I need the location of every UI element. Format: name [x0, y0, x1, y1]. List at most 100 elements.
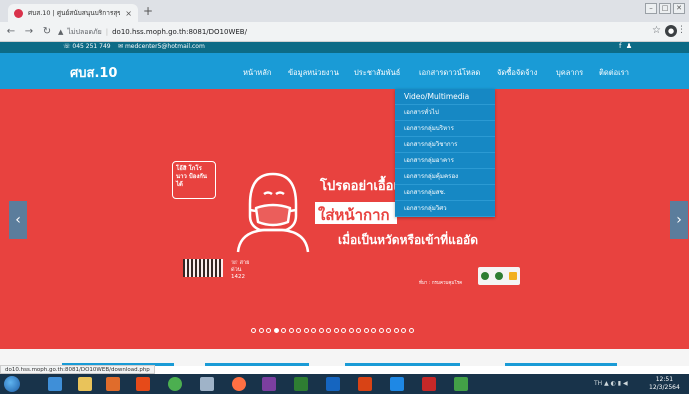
- forward-icon[interactable]: →: [22, 26, 36, 37]
- bookmark-star-icon[interactable]: ☆: [652, 25, 661, 36]
- url-omnibox[interactable]: ▲ ไม่ปลอดภัย | do10.hss.moph.go.th:8081/…: [58, 25, 648, 39]
- logo-text: ศบส.10: [70, 66, 118, 81]
- slider-dot[interactable]: [348, 328, 354, 333]
- slider-dot[interactable]: [296, 328, 301, 333]
- slider-dot[interactable]: [303, 328, 309, 333]
- windows-taskbar: TH ▲ ◐ ▮ ◀ 12:51 12/3/2564: [0, 374, 689, 394]
- slider-dot[interactable]: [273, 328, 279, 333]
- language-indicator[interactable]: TH: [594, 380, 602, 387]
- slider-prev-button[interactable]: ‹: [9, 201, 27, 239]
- nav-procurement[interactable]: จัดซื้อจัดจ้าง: [497, 67, 537, 79]
- browser-tab-strip: ศบส.10 | ศูนย์สนับสนุนบริการสุขภา × + – …: [0, 0, 689, 22]
- slider-dot[interactable]: [408, 328, 414, 333]
- facebook-icon[interactable]: f: [619, 42, 621, 50]
- powerpoint-icon[interactable]: [358, 377, 372, 391]
- maximize-icon[interactable]: □: [659, 3, 671, 14]
- social-icons[interactable]: f ♟: [619, 42, 632, 50]
- slider-dot[interactable]: [393, 328, 399, 333]
- site-favicon-icon: [14, 8, 23, 18]
- dropdown-item-academic[interactable]: เอกสารกลุ่มวิชาการ: [395, 137, 495, 153]
- dropdown-item-admin[interactable]: เอกสารกลุ่มบริหาร: [395, 121, 495, 137]
- firefox-icon[interactable]: [232, 377, 246, 391]
- slider-dot[interactable]: [341, 328, 346, 333]
- nav-downloads[interactable]: เอกสารดาวน์โหลด: [419, 67, 480, 79]
- ie-icon[interactable]: [48, 377, 62, 391]
- warning-icon[interactable]: ▲: [58, 28, 63, 36]
- email-contact[interactable]: ✉ medcenter5@hotmail.com: [118, 43, 205, 50]
- slider-next-button[interactable]: ›: [670, 201, 688, 239]
- taskbar-clock[interactable]: 12:51 12/3/2564: [649, 376, 680, 392]
- media-player-icon[interactable]: [106, 377, 120, 391]
- nav-news[interactable]: ประชาสัมพันธ์: [354, 67, 400, 79]
- slider-dot[interactable]: [333, 328, 339, 333]
- profile-avatar-icon[interactable]: ●: [665, 25, 677, 37]
- tab-close-icon[interactable]: ×: [125, 9, 132, 18]
- clock-time: 12:51: [655, 376, 674, 383]
- browser-menu-icon[interactable]: ⋮: [677, 25, 686, 35]
- excel-icon[interactable]: [294, 377, 308, 391]
- browser-tab[interactable]: ศบส.10 | ศูนย์สนับสนุนบริการสุขภา ×: [8, 4, 138, 22]
- folder-icon[interactable]: [78, 377, 92, 391]
- slider-dot[interactable]: [266, 328, 271, 333]
- reload-icon[interactable]: ↻: [40, 26, 54, 37]
- slider-dot[interactable]: [288, 328, 294, 333]
- url-text[interactable]: do10.hss.moph.go.th:8081/DO10WEB/: [112, 28, 247, 36]
- user-icon[interactable]: ♟: [626, 42, 632, 50]
- dropdown-item-building[interactable]: เอกสารกลุ่มอาคาร: [395, 153, 495, 169]
- downloads-dropdown-menu: Video/Multimedia เอกสารทั่วไป เอกสารกลุ่…: [395, 89, 495, 217]
- banner-line-2: ใส่หน้ากาก: [318, 206, 390, 224]
- start-button-icon[interactable]: [4, 376, 20, 392]
- word-icon[interactable]: [390, 377, 404, 391]
- slider-dot[interactable]: [281, 328, 286, 333]
- slider-dot[interactable]: [378, 328, 384, 333]
- nav-about[interactable]: ข้อมูลหน่วยงาน: [288, 67, 339, 79]
- network-icon[interactable]: [200, 377, 214, 391]
- slider-dot[interactable]: [356, 328, 361, 333]
- dropdown-item-sorchor[interactable]: เอกสารกลุ่มสช.: [395, 185, 495, 201]
- masked-person-illustration: [236, 172, 310, 253]
- nav-home[interactable]: หน้าหลัก: [243, 67, 271, 79]
- banner-line-3: เมื่อเป็นหวัดหรือเข้าที่แออัด: [338, 233, 479, 247]
- security-label[interactable]: ไม่ปลอดภัย: [67, 27, 101, 38]
- agency-logo-icon: [495, 272, 503, 280]
- new-tab-button[interactable]: +: [143, 5, 153, 17]
- office-icon[interactable]: [136, 377, 150, 391]
- outlook-icon[interactable]: [326, 377, 340, 391]
- dropdown-item-protection[interactable]: เอกสารกลุ่มคุ้มครอง: [395, 169, 495, 185]
- slider-dot[interactable]: [401, 328, 406, 333]
- site-logo[interactable]: ศบส.10: [70, 62, 117, 83]
- nav-contact[interactable]: ติดต่อเรา: [599, 67, 629, 79]
- slider-dot[interactable]: [251, 328, 256, 333]
- email-address[interactable]: medcenter5@hotmail.com: [125, 43, 205, 50]
- page-content-below: [0, 349, 689, 366]
- slider-dot[interactable]: [386, 328, 391, 333]
- line-icon[interactable]: [454, 377, 468, 391]
- dropdown-item-general[interactable]: เอกสารทั่วไป: [395, 105, 495, 121]
- address-bar: ← → ↻ ▲ ไม่ปลอดภัย | do10.hss.moph.go.th…: [0, 22, 689, 42]
- agency-logos: [478, 267, 520, 285]
- slider-dot[interactable]: [318, 328, 324, 333]
- access-icon[interactable]: [422, 377, 436, 391]
- slider-dot[interactable]: [326, 328, 331, 333]
- clock-date: 12/3/2564: [649, 384, 680, 391]
- dropdown-item-engineering[interactable]: เอกสารกลุ่มวิศว: [395, 201, 495, 217]
- omnibox-separator: |: [105, 28, 109, 36]
- banner-credit: ที่มา : กรมควบคุมโรค: [419, 281, 463, 286]
- minimize-icon[interactable]: –: [645, 3, 657, 14]
- onenote-icon[interactable]: [262, 377, 276, 391]
- phone-number: 045 251 749: [72, 43, 111, 50]
- hotline-label: ☏ สายด่วน 1422: [231, 260, 250, 280]
- slider-dot[interactable]: [311, 328, 316, 333]
- agency-logo-icon: [481, 272, 489, 280]
- slider-dot[interactable]: [363, 328, 369, 333]
- dropdown-item-multimedia[interactable]: Video/Multimedia: [395, 89, 495, 105]
- chrome-icon[interactable]: [168, 377, 182, 391]
- back-icon[interactable]: ←: [4, 26, 18, 37]
- nav-staff[interactable]: บุคลากร: [556, 67, 583, 79]
- slider-dot[interactable]: [371, 328, 376, 333]
- system-tray[interactable]: TH ▲ ◐ ▮ ◀: [594, 380, 628, 387]
- slider-dot[interactable]: [258, 328, 264, 333]
- site-navigation: ศบส.10 หน้าหลัก ข้อมูลหน่วยงาน ประชาสัมพ…: [0, 53, 689, 89]
- window-controls: – □ ✕: [645, 3, 685, 14]
- close-window-icon[interactable]: ✕: [673, 3, 685, 14]
